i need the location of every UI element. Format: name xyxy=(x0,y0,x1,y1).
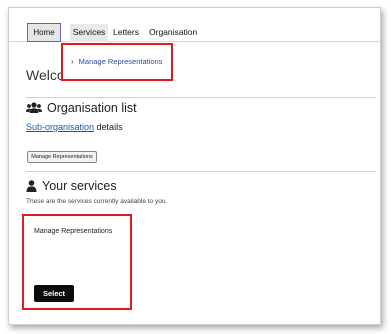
services-description: These are the services currently availab… xyxy=(26,198,168,205)
service-card: Manage Representations Select xyxy=(22,214,132,310)
nav-services[interactable]: Services xyxy=(70,24,108,42)
manage-representations-button[interactable]: Manage Representations xyxy=(27,151,97,163)
your-services-title: Your services xyxy=(26,179,117,193)
user-icon xyxy=(26,180,37,192)
nav-home[interactable]: Home xyxy=(27,23,61,42)
top-nav: Home Services Letters Organisation xyxy=(9,8,380,42)
divider xyxy=(26,171,376,172)
nav-letters[interactable]: Letters xyxy=(113,24,139,42)
section-title-label: Organisation list xyxy=(47,101,137,115)
service-card-title: Manage Representations xyxy=(34,228,113,235)
details-text: details xyxy=(94,122,123,132)
users-icon xyxy=(26,102,42,114)
nav-organisation[interactable]: Organisation xyxy=(149,24,197,42)
sub-organisation-line: Sub-organisation details xyxy=(26,122,123,132)
section-title-label: Your services xyxy=(42,179,117,193)
welcome-heading: Welco xyxy=(26,67,65,83)
divider xyxy=(26,97,376,98)
chevron-right-icon: › xyxy=(71,57,74,66)
dropdown-item-label: Manage Representations xyxy=(78,57,163,66)
dropdown-item-manage-representations[interactable]: › Manage Representations xyxy=(71,57,162,66)
services-dropdown: › Manage Representations xyxy=(61,43,173,81)
organisation-list-title: Organisation list xyxy=(26,101,137,115)
browser-window: Home Services Letters Organisation Welco… xyxy=(8,7,381,325)
sub-organisation-link[interactable]: Sub-organisation xyxy=(26,122,94,132)
select-button[interactable]: Select xyxy=(34,285,74,302)
